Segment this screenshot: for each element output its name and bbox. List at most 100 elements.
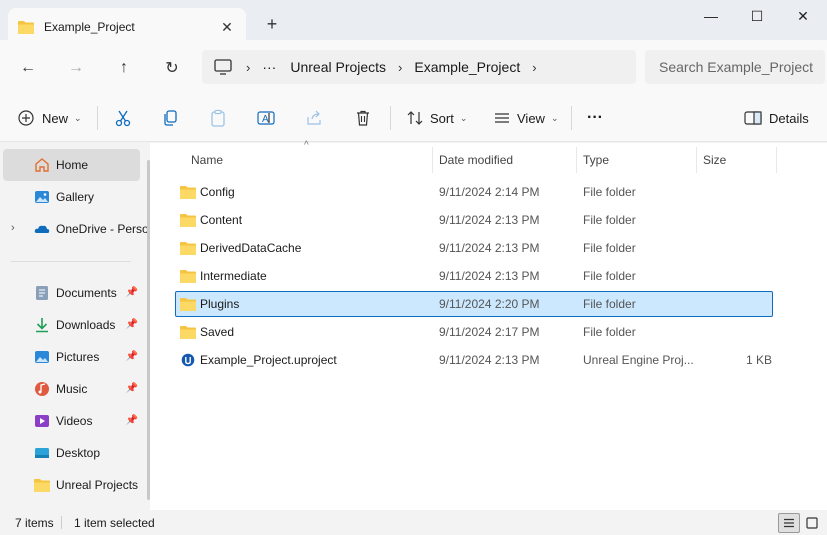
file-type: File folder bbox=[583, 241, 636, 255]
clipboard-icon bbox=[208, 108, 228, 128]
pin-icon[interactable]: 📌 bbox=[126, 319, 138, 330]
close-button[interactable]: ✕ bbox=[780, 0, 826, 32]
file-date-modified: 9/11/2024 2:13 PM bbox=[439, 269, 540, 283]
add-icon bbox=[16, 108, 36, 128]
sidebar-item-pictures[interactable]: Pictures 📌 bbox=[3, 341, 140, 373]
table-row[interactable]: Config 9/11/2024 2:14 PM File folder bbox=[175, 179, 773, 205]
sort-icon bbox=[405, 108, 425, 128]
details-pane-button[interactable]: Details bbox=[743, 104, 809, 132]
sidebar-item-videos[interactable]: Videos 📌 bbox=[3, 405, 140, 437]
tab-title: Example_Project bbox=[44, 20, 135, 34]
breadcrumb-unreal-projects[interactable]: Unreal Projects bbox=[290, 59, 386, 75]
up-button[interactable]: ↑ bbox=[110, 54, 138, 82]
column-header-size[interactable]: Size bbox=[697, 147, 777, 173]
rename-button[interactable]: A bbox=[256, 104, 276, 132]
breadcrumb-separator[interactable]: › bbox=[532, 60, 536, 75]
details-label: Details bbox=[769, 110, 809, 126]
sidebar-item-documents[interactable]: Documents 📌 bbox=[3, 277, 140, 309]
sidebar-item-label: Unreal Projects bbox=[56, 478, 139, 492]
maximize-button[interactable]: ☐ bbox=[734, 0, 780, 32]
navigation-pane: Home Gallery › OneDrive - Personal Docum… bbox=[0, 143, 148, 510]
copy-icon bbox=[160, 108, 180, 128]
tiles-view-toggle[interactable] bbox=[801, 513, 823, 533]
details-view-toggle[interactable] bbox=[778, 513, 800, 533]
sidebar-item-label: Videos bbox=[56, 414, 93, 428]
table-row[interactable]: Content 9/11/2024 2:13 PM File folder bbox=[175, 207, 773, 233]
delete-button[interactable] bbox=[353, 104, 373, 132]
minimize-button[interactable]: — bbox=[688, 0, 734, 32]
desktop-icon bbox=[35, 448, 49, 458]
file-date-modified: 9/11/2024 2:17 PM bbox=[439, 325, 540, 339]
sidebar-item-label: Music bbox=[56, 382, 88, 396]
new-label: New bbox=[42, 110, 69, 126]
new-tab-button[interactable]: + bbox=[260, 12, 284, 36]
svg-text:A: A bbox=[262, 114, 269, 125]
tiles-view-icon bbox=[806, 517, 818, 529]
sidebar-item-onedrive[interactable]: › OneDrive - Personal bbox=[3, 213, 148, 245]
sidebar-item-desktop[interactable]: Desktop bbox=[3, 437, 140, 469]
file-type: File folder bbox=[583, 297, 636, 311]
file-date-modified: 9/11/2024 2:13 PM bbox=[439, 241, 540, 255]
file-type: Unreal Engine Proj... bbox=[583, 353, 694, 367]
navigation-bar: ← → ↑ ↻ › ··· Unreal Projects › Example_… bbox=[0, 40, 827, 94]
folder-icon bbox=[180, 270, 196, 283]
sort-ascending-icon: ^ bbox=[304, 140, 309, 151]
gallery-icon bbox=[35, 191, 49, 203]
rename-icon: A bbox=[256, 108, 276, 128]
file-size: 1 KB bbox=[746, 353, 773, 367]
selection-count: 1 item selected bbox=[74, 516, 155, 530]
sidebar-item-label: Pictures bbox=[56, 350, 100, 364]
column-header-date-modified[interactable]: Date modified bbox=[433, 147, 577, 173]
more-options-button[interactable]: ··· bbox=[587, 104, 603, 132]
back-button[interactable]: ← bbox=[14, 54, 42, 82]
forward-button[interactable]: → bbox=[62, 54, 90, 82]
sidebar-item-downloads[interactable]: Downloads 📌 bbox=[3, 309, 140, 341]
address-bar[interactable]: › ··· Unreal Projects › Example_Project … bbox=[202, 50, 636, 84]
search-input[interactable]: Search Example_Project bbox=[645, 50, 825, 84]
column-header-type[interactable]: Type bbox=[577, 147, 697, 173]
table-row[interactable]: Plugins 9/11/2024 2:20 PM File folder bbox=[175, 291, 773, 317]
details-view-icon bbox=[784, 518, 794, 528]
table-row[interactable]: Intermediate 9/11/2024 2:13 PM File folder bbox=[175, 263, 773, 289]
onedrive-icon bbox=[34, 225, 50, 233]
sidebar-item-unreal-projects[interactable]: Unreal Projects bbox=[3, 469, 140, 501]
paste-button[interactable] bbox=[208, 104, 228, 132]
new-button[interactable]: New ⌄ bbox=[16, 104, 82, 132]
file-name: Example_Project.uproject bbox=[200, 353, 337, 367]
sidebar-item-gallery[interactable]: Gallery bbox=[3, 181, 140, 213]
folder-icon bbox=[180, 186, 196, 199]
sidebar-item-label: OneDrive - Personal bbox=[56, 222, 148, 236]
file-date-modified: 9/11/2024 2:14 PM bbox=[439, 185, 540, 199]
copy-button[interactable] bbox=[160, 104, 180, 132]
pin-icon[interactable]: 📌 bbox=[126, 383, 138, 394]
divider bbox=[571, 106, 572, 130]
sidebar-item-music[interactable]: Music 📌 bbox=[3, 373, 140, 405]
table-row[interactable]: Saved 9/11/2024 2:17 PM File folder bbox=[175, 319, 773, 345]
file-name: Intermediate bbox=[200, 269, 267, 283]
pin-icon[interactable]: 📌 bbox=[126, 351, 138, 362]
breadcrumb-example-project[interactable]: Example_Project bbox=[414, 59, 520, 75]
file-type: File folder bbox=[583, 185, 636, 199]
table-row[interactable]: Example_Project.uproject 9/11/2024 2:13 P… bbox=[175, 347, 773, 373]
pin-icon[interactable]: 📌 bbox=[126, 415, 138, 426]
file-name: Content bbox=[200, 213, 243, 227]
pictures-icon bbox=[35, 351, 49, 363]
downloads-icon bbox=[36, 318, 48, 333]
divider bbox=[97, 106, 98, 130]
close-tab-button[interactable]: ✕ bbox=[216, 16, 238, 38]
table-row[interactable]: DerivedDataCache 9/11/2024 2:13 PM File fo… bbox=[175, 235, 773, 261]
sidebar-item-home[interactable]: Home bbox=[3, 149, 140, 181]
share-button[interactable] bbox=[304, 104, 324, 132]
breadcrumb-overflow[interactable]: ··· bbox=[262, 59, 276, 75]
view-button[interactable]: View ⌄ bbox=[492, 104, 559, 132]
cut-button[interactable] bbox=[113, 104, 133, 132]
scissors-icon bbox=[113, 108, 133, 128]
sort-button[interactable]: Sort ⌄ bbox=[405, 104, 467, 132]
folder-icon bbox=[34, 479, 50, 492]
breadcrumb-separator[interactable]: › bbox=[398, 60, 402, 75]
pin-icon[interactable]: 📌 bbox=[126, 287, 138, 298]
column-header-name[interactable]: Name bbox=[185, 147, 433, 173]
unreal-engine-icon bbox=[181, 353, 195, 367]
refresh-button[interactable]: ↻ bbox=[158, 54, 186, 82]
chevron-right-icon[interactable]: › bbox=[11, 222, 15, 234]
